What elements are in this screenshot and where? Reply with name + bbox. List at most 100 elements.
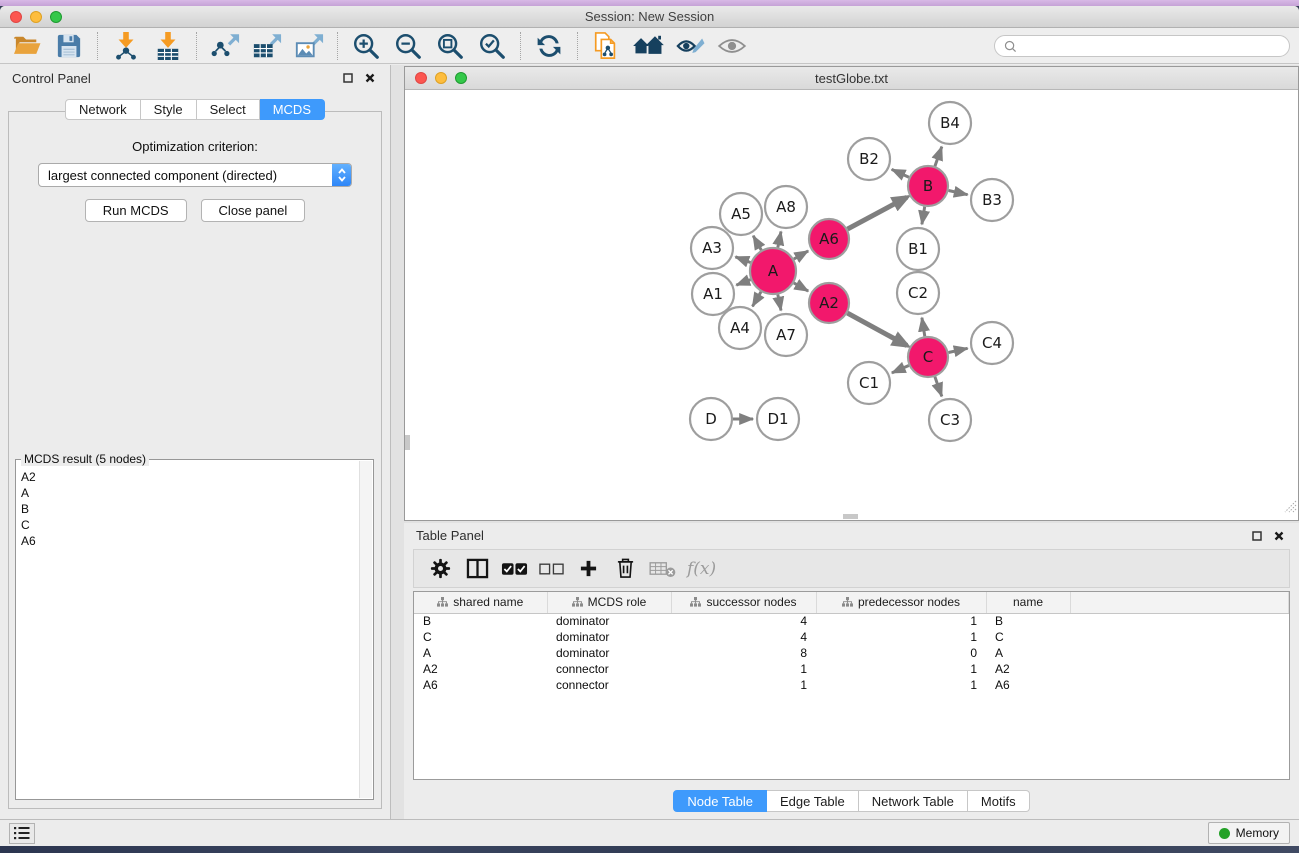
show-hide-graphics-button[interactable] — [669, 30, 711, 62]
dropdown-stepper-icon[interactable] — [332, 164, 351, 186]
network-resize-grip[interactable] — [1284, 500, 1297, 518]
cell[interactable]: A6 — [986, 677, 1070, 693]
zoom-window-button[interactable] — [50, 11, 62, 23]
cell[interactable]: 1 — [816, 613, 986, 629]
gear-button[interactable] — [422, 553, 459, 584]
cell[interactable]: 4 — [671, 613, 816, 629]
column-header-MCDS-role[interactable]: MCDS role — [547, 592, 671, 613]
network-node-A6[interactable]: A6 — [809, 219, 849, 259]
zoom-selected-button[interactable] — [471, 30, 513, 62]
tab-edge-table[interactable]: Edge Table — [767, 790, 859, 812]
task-history-button[interactable] — [9, 823, 35, 844]
network-node-C1[interactable]: C1 — [848, 362, 890, 404]
result-item[interactable]: A2 — [18, 469, 358, 485]
column-header-shared-name[interactable]: shared name — [414, 592, 547, 613]
result-item[interactable]: A — [18, 485, 358, 501]
result-item[interactable]: B — [18, 501, 358, 517]
cell[interactable]: 1 — [671, 677, 816, 693]
network-edge-A-A6[interactable] — [794, 251, 808, 259]
network-node-B1[interactable]: B1 — [897, 228, 939, 270]
optimization-criterion-dropdown[interactable]: largest connected component (directed) — [38, 163, 352, 187]
cell[interactable]: connector — [547, 661, 671, 677]
deselect-all-button[interactable] — [533, 553, 570, 584]
table-row[interactable]: A6connector11A6 — [414, 677, 1289, 693]
tab-node-table[interactable]: Node Table — [673, 790, 767, 812]
network-edge-C-C2[interactable] — [922, 318, 925, 337]
network-edge-A-A7[interactable] — [778, 295, 781, 311]
cell[interactable]: 1 — [671, 661, 816, 677]
network-canvas[interactable]: B4B2BB3A5A8A6A3B1AA1C2A2A4A7C4CC1DD1C3 — [405, 90, 1298, 519]
result-item[interactable]: A6 — [18, 533, 358, 549]
table-row[interactable]: A2connector11A2 — [414, 661, 1289, 677]
network-window-titlebar[interactable]: testGlobe.txt — [405, 67, 1298, 90]
network-node-B3[interactable]: B3 — [971, 179, 1013, 221]
table-row[interactable]: Cdominator41C — [414, 629, 1289, 645]
network-edge-B-B4[interactable] — [935, 147, 942, 167]
minimize-window-button[interactable] — [30, 11, 42, 23]
network-edge-A-A3[interactable] — [735, 257, 750, 263]
network-node-B[interactable]: B — [908, 166, 948, 206]
column-header-name[interactable]: name — [986, 592, 1070, 613]
columns-button[interactable] — [459, 553, 496, 584]
cell[interactable]: C — [414, 629, 547, 645]
cell[interactable]: 8 — [671, 645, 816, 661]
import-network-button[interactable] — [105, 30, 147, 62]
cell[interactable]: B — [414, 613, 547, 629]
cell[interactable]: A2 — [986, 661, 1070, 677]
cell[interactable]: dominator — [547, 645, 671, 661]
cell[interactable]: 1 — [816, 661, 986, 677]
network-edge-A-A8[interactable] — [778, 232, 781, 248]
control-panel-float-button[interactable] — [340, 70, 356, 86]
import-table-button[interactable] — [147, 30, 189, 62]
mcds-result-scrollbar[interactable] — [359, 461, 372, 798]
network-edge-A-A5[interactable] — [753, 236, 761, 250]
search-input[interactable] — [1022, 39, 1280, 53]
network-edge-C-C4[interactable] — [949, 348, 968, 352]
network-node-A4[interactable]: A4 — [719, 307, 761, 349]
export-image-button[interactable] — [288, 30, 330, 62]
network-node-D[interactable]: D — [690, 398, 732, 440]
cell[interactable]: dominator — [547, 613, 671, 629]
cell[interactable]: B — [986, 613, 1070, 629]
select-all-button[interactable] — [496, 553, 533, 584]
network-horizontal-scrollbar-thumb[interactable] — [843, 514, 858, 519]
tab-style[interactable]: Style — [141, 99, 197, 120]
network-vertical-scrollbar-thumb[interactable] — [405, 435, 410, 450]
memory-button[interactable]: Memory — [1208, 822, 1290, 844]
cell[interactable]: A2 — [414, 661, 547, 677]
network-close-button[interactable] — [415, 72, 427, 84]
network-node-A5[interactable]: A5 — [720, 193, 762, 235]
table-row[interactable]: Bdominator41B — [414, 613, 1289, 629]
network-node-A3[interactable]: A3 — [691, 227, 733, 269]
zoom-in-button[interactable] — [345, 30, 387, 62]
network-edge-C-C1[interactable] — [892, 366, 909, 373]
cell[interactable]: A — [986, 645, 1070, 661]
network-edge-A-A4[interactable] — [753, 292, 762, 307]
cell[interactable]: A — [414, 645, 547, 661]
save-button[interactable] — [48, 30, 90, 62]
search-box[interactable] — [994, 35, 1290, 57]
column-header-successor-nodes[interactable]: successor nodes — [671, 592, 816, 613]
add-row-button[interactable] — [570, 553, 607, 584]
network-node-D1[interactable]: D1 — [757, 398, 799, 440]
open-folder-button[interactable] — [6, 30, 48, 62]
tab-network-table[interactable]: Network Table — [859, 790, 968, 812]
zoom-out-button[interactable] — [387, 30, 429, 62]
network-edge-A-A2[interactable] — [794, 283, 808, 291]
export-table-button[interactable] — [246, 30, 288, 62]
cell[interactable]: 1 — [816, 629, 986, 645]
network-edge-C-C3[interactable] — [935, 377, 942, 397]
close-panel-button[interactable]: Close panel — [201, 199, 306, 222]
trash-button[interactable] — [607, 553, 644, 584]
export-network-button[interactable] — [204, 30, 246, 62]
network-node-B4[interactable]: B4 — [929, 102, 971, 144]
tab-network[interactable]: Network — [65, 99, 141, 120]
column-header-predecessor-nodes[interactable]: predecessor nodes — [816, 592, 986, 613]
cell[interactable]: 4 — [671, 629, 816, 645]
close-window-button[interactable] — [10, 11, 22, 23]
network-edge-B-B1[interactable] — [922, 207, 925, 225]
result-item[interactable]: C — [18, 517, 358, 533]
home-button[interactable] — [627, 30, 669, 62]
mcds-result-list[interactable]: A2ABCA6 — [18, 469, 358, 797]
zoom-fit-button[interactable] — [429, 30, 471, 62]
